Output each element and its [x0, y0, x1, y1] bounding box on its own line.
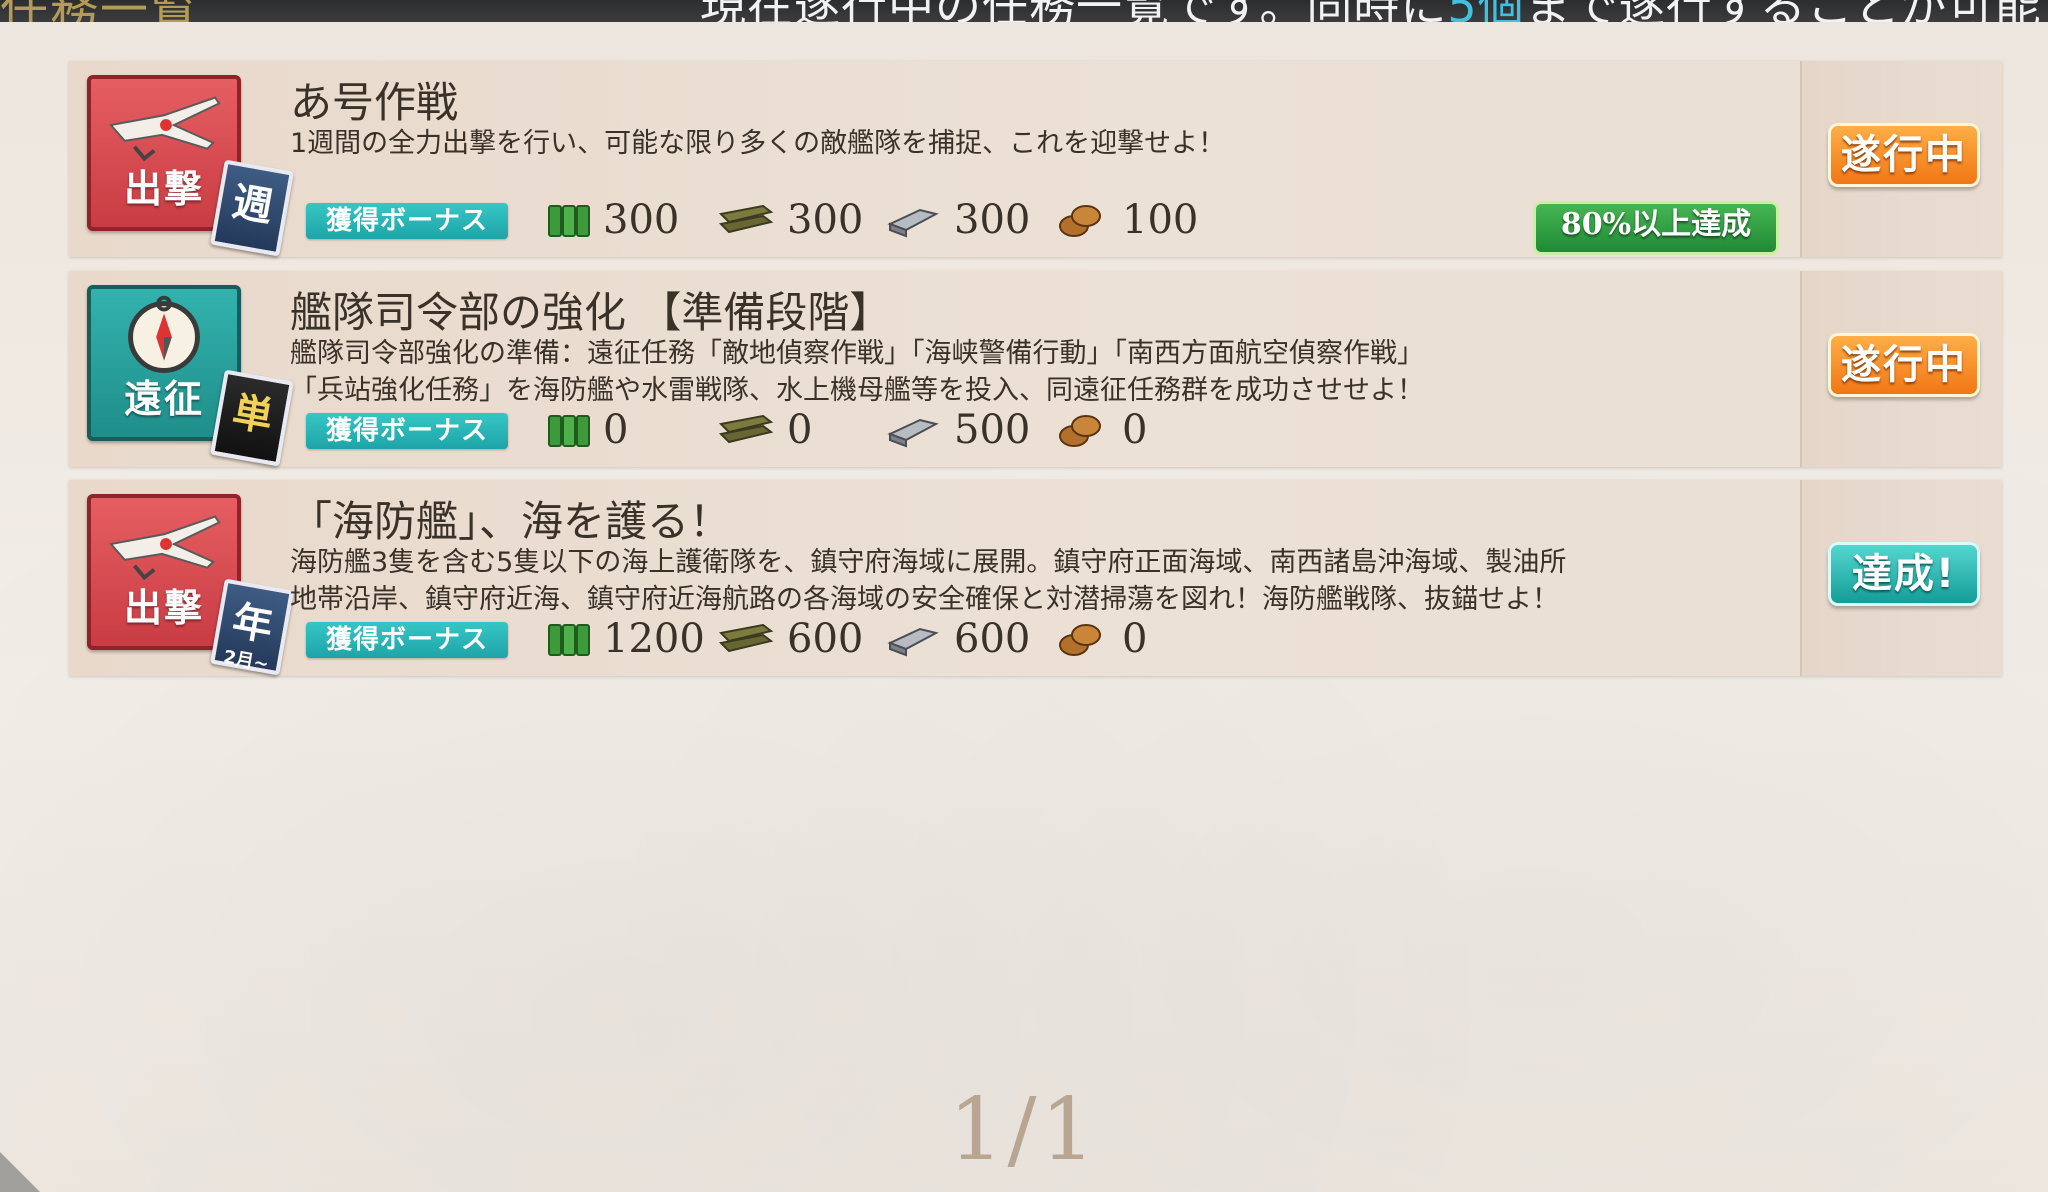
fuel-icon [547, 412, 591, 448]
quest-title: 艦隊司令部の強化 【準備段階】 [290, 288, 892, 337]
reward-fuel: 1200 [547, 616, 705, 662]
reward-bauxite: 0 [1052, 616, 1147, 662]
reward-steel: 600 [884, 616, 1030, 662]
quest-title: あ号作戦 [290, 78, 459, 127]
quest-row[interactable]: 出撃 年 2月~ 「海防艦」、海を護る！ 海防艦3隻を含む5隻以下の海上護衛隊を… [69, 480, 2002, 676]
screen-title: 任務一覧 [0, 0, 200, 22]
page-indicator: 1/1 [948, 1080, 1100, 1180]
ammo-icon [717, 202, 775, 238]
corner-decoration [0, 1152, 40, 1192]
reward-ammo: 600 [717, 616, 863, 662]
status-in-progress-button[interactable]: 遂行中 [1828, 333, 1980, 397]
progress-badge: 80%以上達成 [1533, 201, 1779, 255]
steel-icon [884, 202, 942, 238]
bonus-label: 獲得ボーナス [306, 413, 508, 449]
reward-ammo: 0 [717, 407, 812, 453]
ammo-icon [717, 412, 775, 448]
frequency-badge: 単 [210, 369, 294, 467]
ammo-icon [717, 621, 775, 657]
bauxite-icon [1052, 202, 1110, 238]
fuel-icon [547, 621, 591, 657]
reward-steel: 300 [884, 197, 1030, 243]
reward-bauxite: 0 [1052, 407, 1147, 453]
bonus-label: 獲得ボーナス [306, 622, 508, 658]
quest-row[interactable]: 遠征 単 艦隊司令部の強化 【準備段階】 艦隊司令部強化の準備：遠征任務「敵地偵… [69, 271, 2002, 467]
reward-steel: 500 [884, 407, 1030, 453]
status-in-progress-button[interactable]: 遂行中 [1828, 123, 1980, 187]
quest-description: 海防艦3隻を含む5隻以下の海上護衛隊を、鎮守府海域に展開。鎮守府正面海域、南西諸… [290, 547, 1567, 615]
status-column: 達成! [1800, 480, 2002, 676]
quest-title: 「海防艦」、海を護る！ [290, 497, 732, 546]
bonus-label: 獲得ボーナス [306, 203, 508, 239]
status-complete-button[interactable]: 達成! [1828, 542, 1980, 606]
quest-description: 1週間の全力出撃を行い、可能な限り多くの敵艦隊を捕捉、これを迎撃せよ！ [290, 128, 1226, 159]
reward-fuel: 300 [547, 197, 679, 243]
steel-icon [884, 412, 942, 448]
status-column: 遂行中 [1800, 61, 2002, 257]
steel-icon [884, 621, 942, 657]
fuel-icon [547, 202, 591, 238]
reward-ammo: 300 [717, 197, 863, 243]
frequency-badge: 週 [210, 159, 294, 257]
frequency-sub: 2月~ [221, 646, 271, 676]
bauxite-icon [1052, 621, 1110, 657]
header-message: 現在遂行中の任務一覧です。同時に5個まで遂行することが可能です。 [700, 0, 2048, 22]
reward-fuel: 0 [547, 407, 628, 453]
quest-row[interactable]: 出撃 週 あ号作戦 1週間の全力出撃を行い、可能な限り多くの敵艦隊を捕捉、これを… [69, 61, 2002, 257]
status-column: 遂行中 [1800, 271, 2002, 467]
reward-bauxite: 100 [1052, 197, 1198, 243]
bauxite-icon [1052, 412, 1110, 448]
top-bar: 任務一覧 現在遂行中の任務一覧です。同時に5個まで遂行することが可能です。 [0, 0, 2048, 22]
frequency-badge: 年 2月~ [210, 578, 294, 676]
quest-description: 艦隊司令部強化の準備：遠征任務「敵地偵察作戦」「海峡警備行動」「南西方面航空偵察… [290, 338, 1424, 406]
